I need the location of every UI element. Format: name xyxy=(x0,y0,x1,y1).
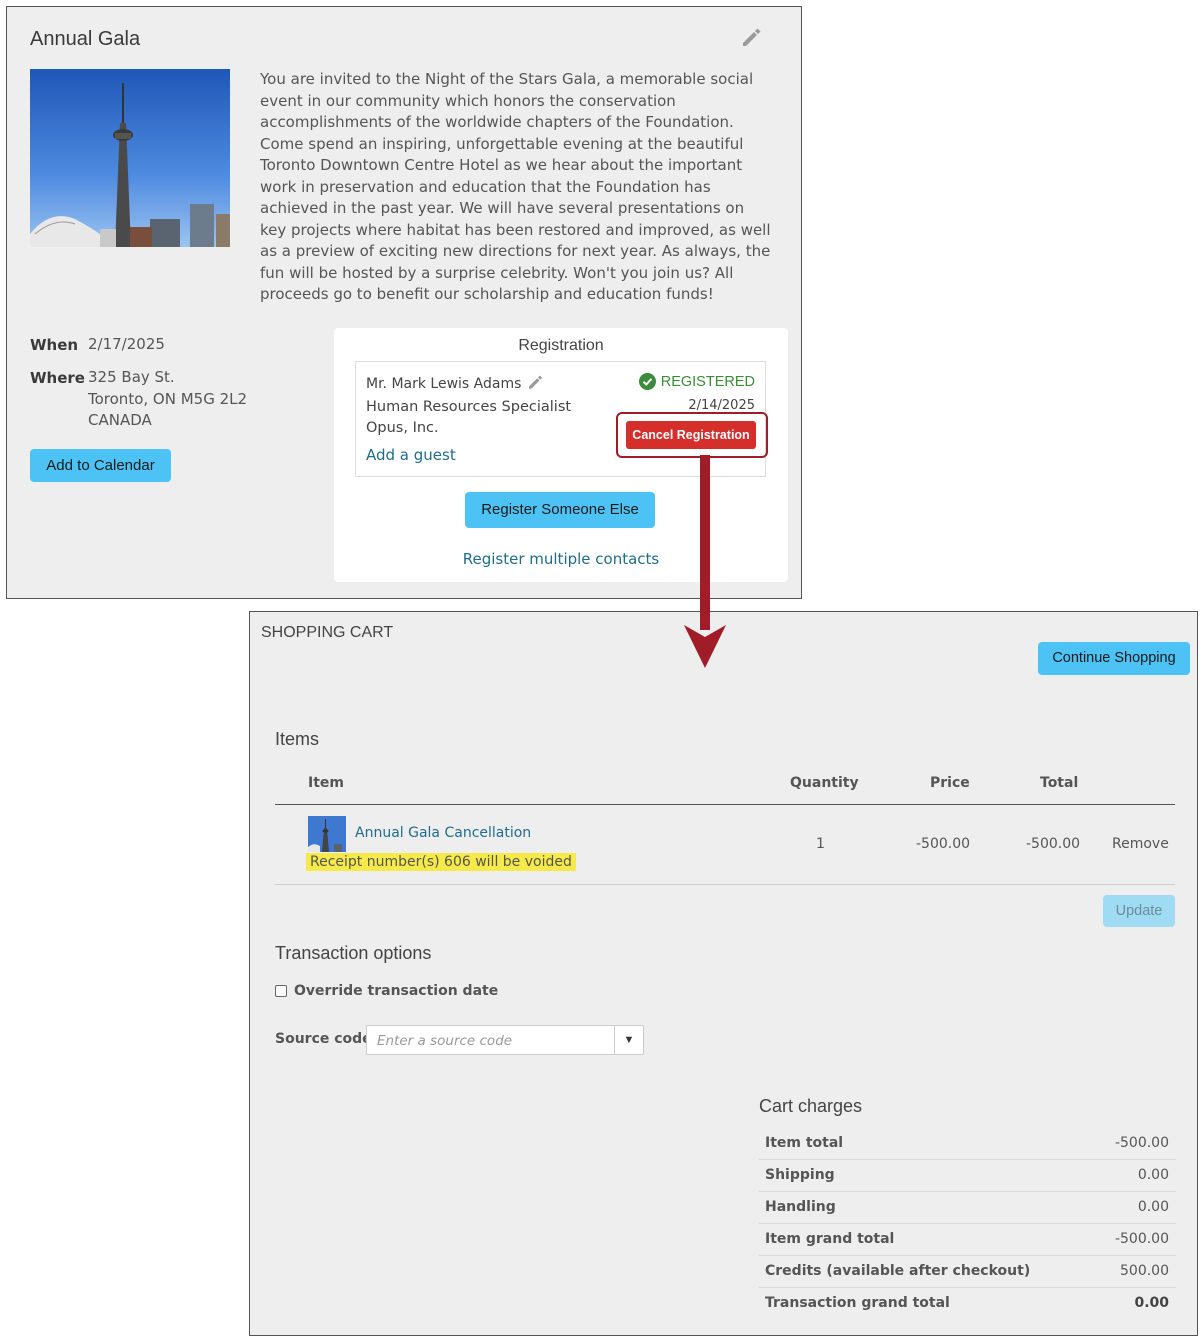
event-title: Annual Gala xyxy=(30,28,141,50)
charge-row-item-total: Item total -500.00 xyxy=(759,1128,1176,1160)
continue-shopping-button[interactable]: Continue Shopping xyxy=(1038,642,1190,675)
charge-label: Handling xyxy=(765,1199,836,1215)
charge-value: 500.00 xyxy=(1120,1263,1169,1279)
charge-row-transaction-grand-total: Transaction grand total 0.00 xyxy=(759,1288,1176,1320)
charge-row-credits: Credits (available after checkout) 500.0… xyxy=(759,1256,1176,1288)
event-description: You are invited to the Night of the Star… xyxy=(260,70,771,303)
where-label: Where xyxy=(30,369,85,387)
table-header-divider xyxy=(275,804,1175,805)
charge-label: Item total xyxy=(765,1135,844,1151)
event-photo xyxy=(30,69,230,247)
column-price: Price xyxy=(930,775,970,791)
item-price: -500.00 xyxy=(916,836,971,852)
when-value: 2/17/2025 xyxy=(88,335,165,353)
receipt-void-note: Receipt number(s) 606 will be voided xyxy=(306,853,576,871)
registrant-name: Mr. Mark Lewis Adams xyxy=(366,376,522,392)
source-code-placeholder: Enter a source code xyxy=(377,1033,513,1049)
item-quantity: 1 xyxy=(816,836,825,852)
registered-status: REGISTERED xyxy=(638,373,755,390)
column-item: Item xyxy=(308,775,344,791)
charge-label: Transaction grand total xyxy=(765,1295,950,1311)
item-thumbnail xyxy=(308,816,346,852)
override-date-option[interactable]: Override transaction date xyxy=(275,983,498,999)
column-total: Total xyxy=(1040,775,1079,791)
charge-value: -500.00 xyxy=(1114,1231,1169,1247)
charge-row-handling: Handling 0.00 xyxy=(759,1192,1176,1224)
registration-title: Registration xyxy=(518,337,604,354)
charge-row-item-grand-total: Item grand total -500.00 xyxy=(759,1224,1176,1256)
item-total: -500.00 xyxy=(1026,836,1081,852)
address: 325 Bay St. Toronto, ON M5G 2L2 CANADA xyxy=(88,367,247,432)
charge-label: Shipping xyxy=(765,1167,835,1183)
when-label: When xyxy=(30,336,79,354)
charge-value: 0.00 xyxy=(1137,1167,1169,1183)
dropdown-arrow-icon[interactable]: ▼ xyxy=(614,1026,643,1054)
charge-value: 0.00 xyxy=(1134,1295,1169,1311)
flow-arrow-icon xyxy=(684,455,726,668)
charge-row-shipping: Shipping 0.00 xyxy=(759,1160,1176,1192)
source-code-input[interactable]: Enter a source code ▼ xyxy=(366,1025,644,1055)
check-circle-icon xyxy=(638,373,656,390)
charge-label: Item grand total xyxy=(765,1231,895,1247)
shopping-cart-panel: SHOPPING CART Continue Shopping Items It… xyxy=(249,611,1198,1336)
charge-value: -500.00 xyxy=(1114,1135,1169,1151)
add-guest-link[interactable]: Add a guest xyxy=(366,446,456,464)
registrant-job-title: Human Resources Specialist xyxy=(366,399,572,415)
address-line-1: 325 Bay St. xyxy=(88,368,175,386)
register-someone-else-button[interactable]: Register Someone Else xyxy=(465,492,655,528)
registration-date: 2/14/2025 xyxy=(688,398,755,413)
transaction-options-title: Transaction options xyxy=(275,943,432,963)
item-name-link[interactable]: Annual Gala Cancellation xyxy=(355,825,531,841)
cancel-registration-button[interactable]: Cancel Registration xyxy=(626,421,756,449)
cart-charges-title: Cart charges xyxy=(759,1096,863,1116)
add-to-calendar-button[interactable]: Add to Calendar xyxy=(30,449,171,482)
pencil-edit-icon[interactable] xyxy=(526,373,544,391)
update-button[interactable]: Update xyxy=(1103,895,1175,927)
charge-label: Credits (available after checkout) xyxy=(765,1263,1031,1279)
registrant-name-row: Mr. Mark Lewis Adams xyxy=(366,373,544,392)
address-line-3: CANADA xyxy=(88,411,152,429)
cart-heading: SHOPPING CART xyxy=(261,624,394,641)
override-date-checkbox[interactable] xyxy=(275,985,287,997)
address-line-2: Toronto, ON M5G 2L2 xyxy=(88,389,248,408)
charge-value: 0.00 xyxy=(1137,1199,1169,1215)
row-divider xyxy=(275,884,1175,885)
column-quantity: Quantity xyxy=(790,775,859,791)
items-title: Items xyxy=(275,729,320,749)
pencil-edit-icon[interactable] xyxy=(739,25,763,49)
override-date-label: Override transaction date xyxy=(294,983,499,999)
remove-item-link[interactable]: Remove xyxy=(1112,836,1169,852)
registrant-company: Opus, Inc. xyxy=(366,420,439,436)
status-text: REGISTERED xyxy=(660,373,755,390)
source-code-label: Source code xyxy=(275,1031,372,1047)
